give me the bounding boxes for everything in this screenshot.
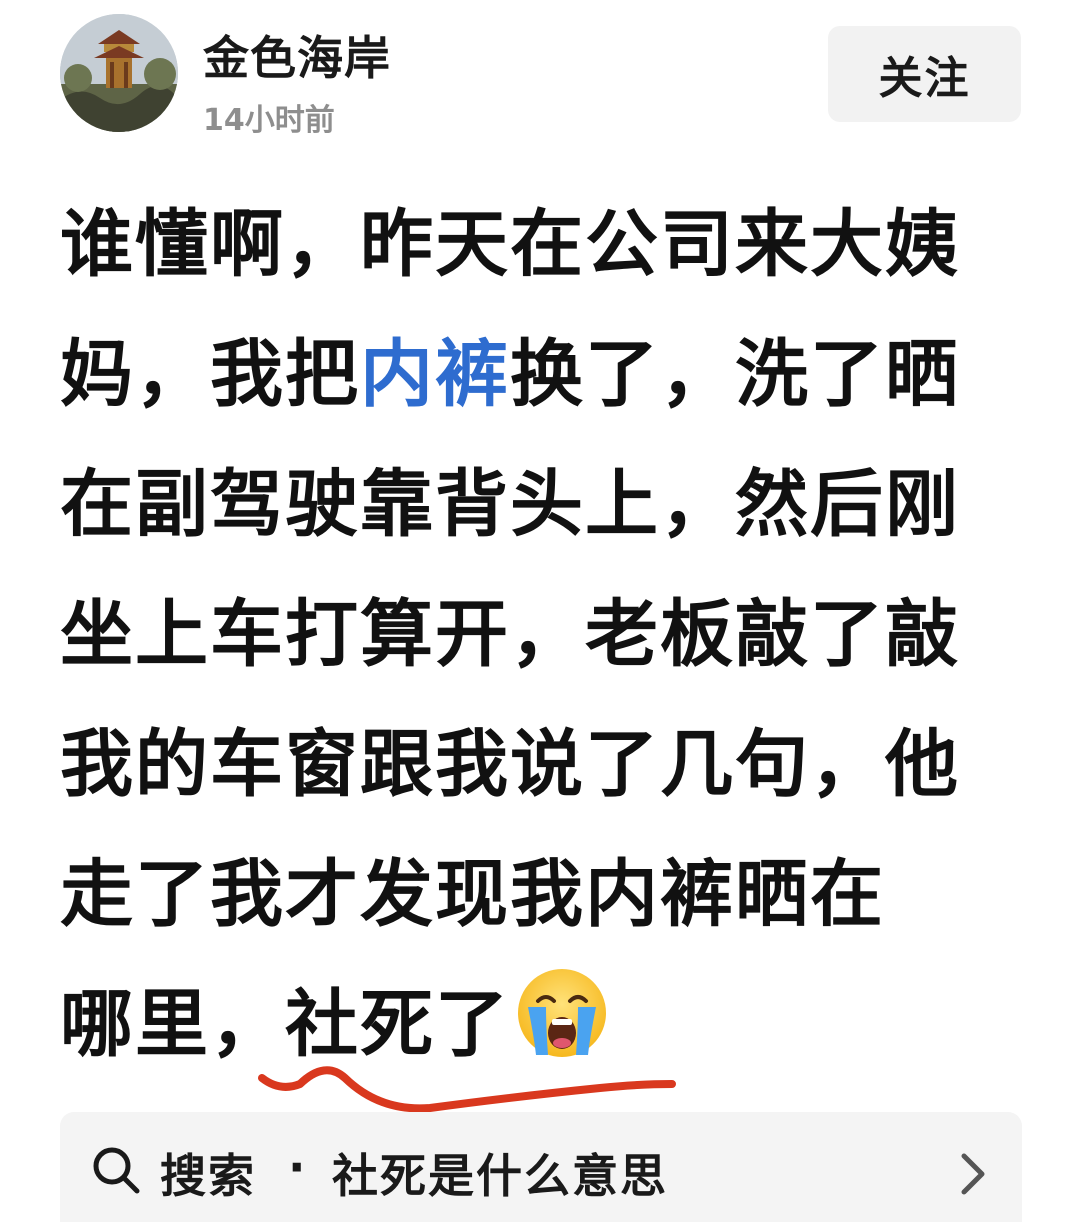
post-line: 走了我才发现我内裤晒在	[60, 852, 885, 937]
search-icon	[93, 1147, 140, 1194]
related-search-bar[interactable]: 搜索 · 社死是什么意思	[60, 1112, 1022, 1222]
chevron-right-icon[interactable]	[958, 1152, 988, 1196]
post-line: 在副驾驶靠背头上，然后刚	[60, 462, 960, 547]
post-text: 哪里，	[60, 982, 285, 1067]
post-line: 哪里，社死了	[60, 960, 1050, 1090]
avatar-pavilion-image	[60, 14, 178, 132]
post-content: 谁懂啊，昨天在公司来大姨 妈，我把内裤换了，洗了晒 在副驾驶靠背头上，然后刚 坐…	[60, 180, 1050, 1090]
search-label: 搜索	[160, 1149, 256, 1203]
search-query[interactable]: 社死是什么意思	[332, 1140, 668, 1206]
keyword-link[interactable]: 内裤	[360, 332, 510, 417]
avatar[interactable]	[60, 14, 178, 132]
follow-button[interactable]: 关注	[828, 26, 1021, 122]
post-header: 金色海岸 14小时前 关注	[0, 0, 1080, 160]
search-separator: ·	[288, 1140, 306, 1194]
post-line: 坐上车打算开，老板敲了敲	[60, 592, 960, 677]
underlined-phrase: 社死了	[285, 982, 510, 1067]
post-timestamp: 14小时前	[203, 103, 335, 138]
post-line: 妈，我把内裤换了，洗了晒	[60, 310, 1050, 440]
author-name[interactable]: 金色海岸	[203, 22, 391, 88]
post-line: 我的车窗跟我说了几句，他	[60, 722, 960, 807]
post-text: 换了，洗了晒	[510, 332, 960, 417]
post-text: 妈，我把	[60, 332, 360, 417]
loudly-crying-face-icon	[518, 969, 606, 1057]
post-line: 谁懂啊，昨天在公司来大姨	[60, 202, 960, 287]
